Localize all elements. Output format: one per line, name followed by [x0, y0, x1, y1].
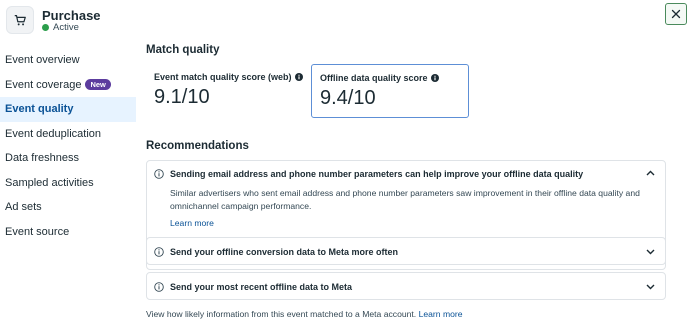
sidebar-item-event-source[interactable]: Event source — [0, 220, 136, 245]
recommendation-title: Send your most recent offline data to Me… — [170, 282, 353, 292]
sidebar-item-label: Sampled activities — [5, 176, 94, 189]
web-score-label: Event match quality score (web) — [154, 72, 292, 82]
offline-score-card[interactable]: Offline data quality score 9.4/10 — [311, 64, 469, 118]
recommendation-description: Similar advertisers who sent email addre… — [170, 188, 640, 211]
status-dot-icon — [42, 24, 49, 31]
sidebar-item-label: Event source — [5, 225, 70, 238]
offline-score-value: 9.4/10 — [320, 87, 376, 109]
sidebar-item-label: Event coverage — [5, 78, 82, 91]
recommendation-card[interactable]: Send your offline conversion data to Met… — [146, 237, 666, 265]
recommendation-header[interactable]: Send your most recent offline data to Me… — [147, 273, 665, 301]
status-indicator: Active — [42, 22, 79, 33]
sidebar-item-label: Event overview — [5, 54, 80, 67]
learn-more-link[interactable]: Learn more — [170, 217, 214, 230]
sidebar-item-label: Event quality — [5, 103, 74, 116]
status-text: Active — [53, 22, 79, 33]
offline-score-label-row: Offline data quality score — [320, 73, 468, 83]
info-outline-icon — [154, 282, 164, 292]
footer-learn-more-link[interactable]: Learn more — [419, 309, 463, 319]
web-score-value: 9.1/10 — [154, 86, 210, 108]
sidebar-item-label: Event deduplication — [5, 127, 102, 140]
web-score-label-row: Event match quality score (web) — [154, 72, 304, 82]
recommendations-title: Recommendations — [146, 140, 249, 152]
recommendation-title: Sending email address and phone number p… — [170, 169, 584, 179]
web-score-card[interactable]: Event match quality score (web) 9.1/10 — [146, 64, 304, 118]
new-badge: New — [85, 79, 111, 91]
footer-note: View how likely information from this ev… — [146, 309, 463, 319]
shopping-cart-icon — [6, 6, 34, 34]
sidebar-item-label: Data freshness — [5, 152, 79, 165]
close-button[interactable] — [665, 3, 687, 25]
score-row: Event match quality score (web) 9.1/10 O… — [146, 64, 666, 118]
sidebar-item-label: Ad sets — [5, 201, 42, 214]
event-name: Purchase — [42, 8, 101, 23]
sidebar-item-sampled-activities[interactable]: Sampled activities — [0, 171, 136, 196]
recommendation-title: Send your offline conversion data to Met… — [170, 247, 399, 257]
recommendation-body: Similar advertisers who sent email addre… — [147, 187, 665, 230]
recommendation-card[interactable]: Send your most recent offline data to Me… — [146, 272, 666, 300]
offline-score-label: Offline data quality score — [320, 73, 428, 83]
footer-text: View how likely information from this ev… — [146, 309, 417, 319]
event-header: Purchase Active — [0, 0, 690, 40]
chevron-up-icon[interactable] — [646, 170, 655, 176]
info-outline-icon — [154, 247, 164, 257]
info-icon[interactable] — [294, 73, 303, 81]
close-icon — [671, 9, 681, 19]
sidebar-item-event-coverage[interactable]: Event coverage New — [0, 73, 136, 98]
sidebar-item-event-overview[interactable]: Event overview — [0, 48, 136, 73]
sidebar-item-data-freshness[interactable]: Data freshness — [0, 146, 136, 171]
sidebar-item-ad-sets[interactable]: Ad sets — [0, 195, 136, 220]
chevron-down-icon[interactable] — [646, 249, 655, 255]
info-outline-icon — [154, 169, 164, 179]
sidebar-item-event-quality[interactable]: Event quality — [0, 97, 136, 122]
recommendation-header[interactable]: Send your offline conversion data to Met… — [147, 238, 665, 266]
chevron-down-icon[interactable] — [646, 284, 655, 290]
match-quality-title: Match quality — [146, 44, 220, 56]
recommendation-header[interactable]: Sending email address and phone number p… — [147, 161, 665, 187]
info-icon[interactable] — [430, 74, 439, 82]
sidebar-nav: Event overview Event coverage New Event … — [0, 48, 136, 244]
sidebar-item-event-deduplication[interactable]: Event deduplication — [0, 122, 136, 147]
